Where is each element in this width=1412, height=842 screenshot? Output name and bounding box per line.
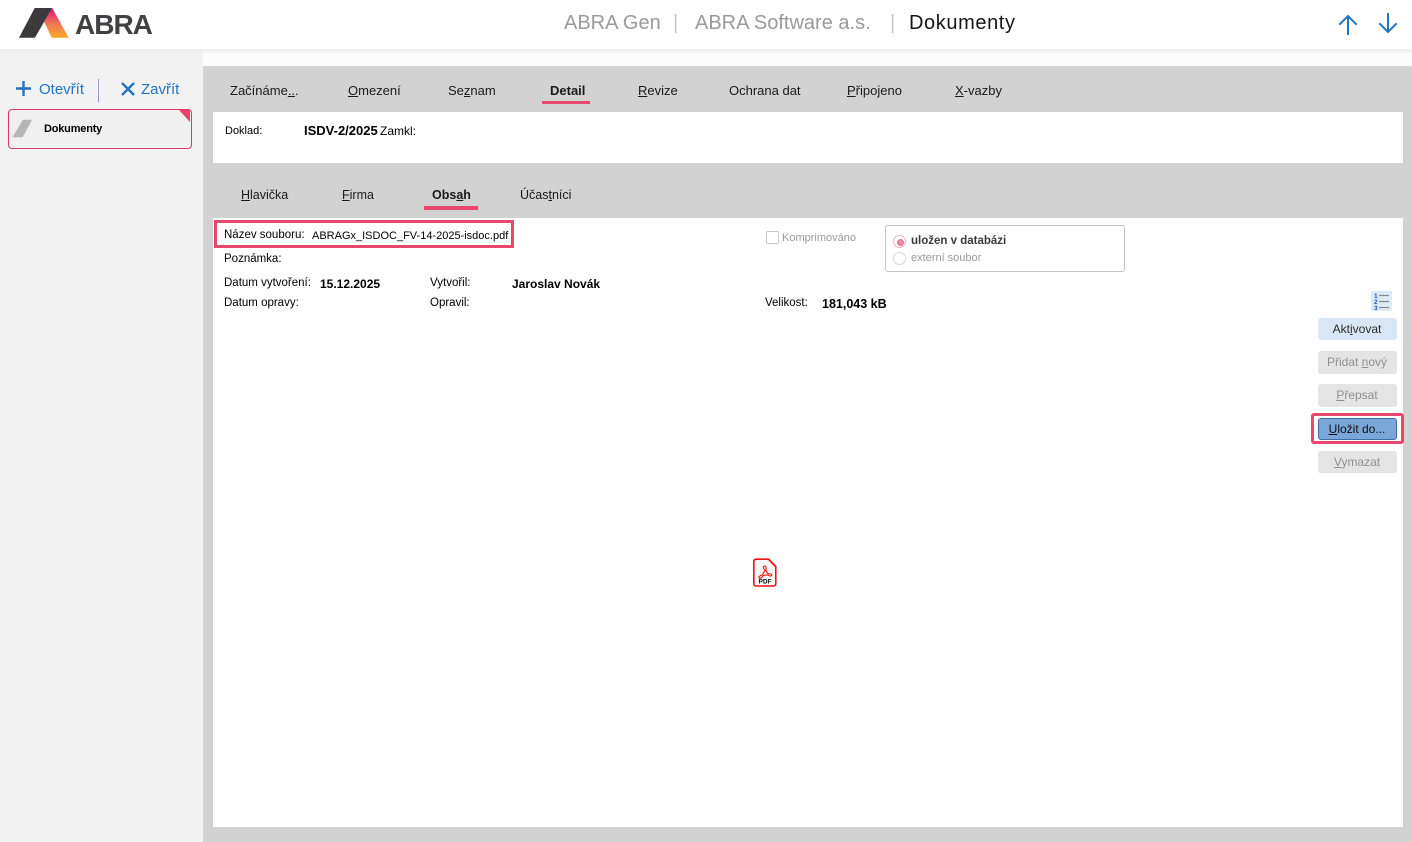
svg-text:3: 3 bbox=[1374, 305, 1378, 311]
svg-text:PDF: PDF bbox=[759, 579, 772, 586]
